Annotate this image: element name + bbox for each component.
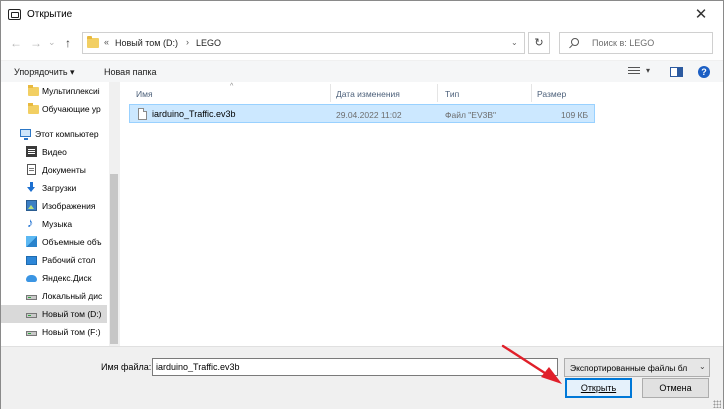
sidebar-item-drive-d[interactable]: Новый том (D:): [1, 305, 107, 323]
sidebar-item-drive-f[interactable]: Новый том (F:): [1, 323, 107, 341]
breadcrumb-folder[interactable]: LEGO: [196, 38, 221, 48]
drive-icon: [26, 313, 37, 318]
open-button[interactable]: Открыть: [565, 378, 632, 398]
sidebar-item-label: Обучающие ур: [42, 104, 101, 114]
column-divider[interactable]: [437, 84, 438, 102]
sidebar-item-label: Видео: [42, 147, 67, 157]
file-size: 109 КБ: [561, 110, 589, 120]
window-title: Открытие: [27, 9, 73, 20]
preview-pane-icon[interactable]: [670, 67, 683, 77]
sidebar-item-label: Рабочий стол: [42, 255, 96, 265]
organize-button[interactable]: Упорядочить ▾: [14, 67, 75, 78]
sidebar-item-label: Объемные объ: [42, 237, 102, 247]
folder-icon: [28, 85, 39, 96]
sidebar-item-multiplex[interactable]: Мультиплексиі: [1, 82, 107, 100]
sidebar-scrollbar[interactable]: [109, 82, 120, 346]
navigation-pane[interactable]: Мультиплексиі Обучающие ур Этот компьюте…: [1, 82, 121, 346]
dialog-footer: Имя файла: Экспортированные файлы бл ⌄ О…: [1, 346, 723, 409]
drive-icon: [26, 295, 37, 300]
column-header-row: ^ Имя Дата изменения Тип Размер: [123, 82, 603, 104]
file-date: 29.04.2022 11:02: [336, 110, 402, 120]
file-list[interactable]: ^ Имя Дата изменения Тип Размер iarduino…: [123, 82, 723, 346]
chevron-down-icon[interactable]: ⌄: [511, 38, 518, 47]
sidebar-scrollbar-thumb[interactable]: [110, 174, 118, 344]
up-arrow-icon[interactable]: ↑: [65, 36, 71, 50]
search-placeholder: Поиск в: LEGO: [592, 38, 655, 48]
forward-arrow-icon[interactable]: →: [30, 36, 42, 50]
sidebar-item-label: Новый том (F:): [42, 327, 101, 337]
column-header-name[interactable]: Имя: [136, 89, 153, 99]
sidebar-item-local-disk[interactable]: Локальный дис: [1, 287, 107, 305]
search-input[interactable]: Поиск в: LEGO: [559, 32, 713, 54]
sidebar-item-documents[interactable]: Документы: [1, 161, 107, 179]
sidebar-item-music[interactable]: Музыка: [1, 215, 107, 233]
view-details-icon[interactable]: [628, 67, 640, 77]
filetype-value: Экспортированные файлы бл: [570, 363, 688, 373]
back-arrow-icon[interactable]: ←: [10, 36, 22, 50]
refresh-icon[interactable]: ↻: [528, 32, 550, 54]
folder-icon: [28, 103, 39, 114]
cancel-button[interactable]: Отмена: [642, 378, 709, 398]
column-header-date[interactable]: Дата изменения: [336, 89, 400, 99]
yandex-disk-icon: [26, 275, 37, 282]
sidebar-item-3d-objects[interactable]: Объемные объ: [1, 233, 107, 251]
open-file-dialog: Открытие ✕ ← → ⌄ ↑ « Новый том (D:) › LE…: [0, 0, 724, 409]
music-icon: [26, 215, 37, 230]
app-icon: [8, 9, 21, 20]
column-header-type[interactable]: Тип: [445, 89, 459, 99]
column-divider[interactable]: [330, 84, 331, 102]
help-icon[interactable]: ?: [698, 66, 710, 78]
open-button-label: Открыть: [580, 383, 617, 393]
file-row[interactable]: iarduino_Traffic.ev3b 29.04.2022 11:02 Ф…: [129, 104, 595, 123]
downloads-icon: [26, 182, 37, 193]
3d-objects-icon: [26, 236, 37, 247]
sidebar-item-this-pc[interactable]: Этот компьютер: [1, 125, 107, 143]
breadcrumb-drive[interactable]: Новый том (D:): [115, 38, 178, 48]
sidebar-item-video[interactable]: Видео: [1, 143, 107, 161]
desktop-icon: [26, 256, 37, 265]
column-header-size[interactable]: Размер: [537, 89, 566, 99]
sidebar-item-label: Этот компьютер: [35, 129, 99, 139]
recent-locations-dropdown-icon[interactable]: ⌄: [48, 37, 56, 48]
sort-ascending-icon: ^: [230, 83, 234, 90]
images-icon: [26, 200, 37, 211]
sidebar-item-label: Загрузки: [42, 183, 77, 193]
resize-grip[interactable]: [713, 400, 721, 408]
breadcrumb-separator[interactable]: ›: [186, 37, 189, 47]
breadcrumb-overflow[interactable]: «: [104, 37, 109, 47]
view-dropdown-icon[interactable]: ▾: [646, 66, 650, 75]
column-divider[interactable]: [531, 84, 532, 102]
documents-icon: [27, 164, 36, 175]
search-icon: [571, 38, 579, 46]
sidebar-item-label: Новый том (D:): [42, 309, 102, 319]
sidebar-item-label: Локальный дис: [42, 291, 103, 301]
drive-icon: [26, 331, 37, 336]
new-folder-button[interactable]: Новая папка: [104, 67, 156, 77]
chevron-down-icon: ⌄: [699, 362, 706, 371]
sidebar-item-label: Мультиплексиі: [42, 86, 100, 96]
sidebar-item-label: Яндекс.Диск: [42, 273, 92, 283]
address-bar[interactable]: « Новый том (D:) › LEGO ⌄: [82, 32, 525, 54]
sidebar-item-label: Документы: [42, 165, 86, 175]
computer-icon: [20, 129, 31, 140]
sidebar-item-yandex-disk[interactable]: Яндекс.Диск: [1, 269, 107, 287]
video-icon: [26, 146, 37, 157]
command-toolbar: Упорядочить ▾ Новая папка ▾ ?: [1, 60, 723, 82]
close-icon[interactable]: ✕: [691, 6, 711, 24]
navigation-bar: ← → ⌄ ↑ « Новый том (D:) › LEGO ⌄ ↻ Поис…: [1, 29, 723, 59]
folder-icon: [87, 36, 99, 48]
sidebar-item-label: Музыка: [42, 219, 73, 229]
file-type: Файл "EV3B": [445, 110, 497, 120]
file-name: iarduino_Traffic.ev3b: [152, 109, 236, 119]
filename-label: Имя файла:: [101, 362, 152, 372]
sidebar-item-desktop[interactable]: Рабочий стол: [1, 251, 107, 269]
filename-input[interactable]: [152, 358, 558, 376]
sidebar-item-images[interactable]: Изображения: [1, 197, 107, 215]
sidebar-item-downloads[interactable]: Загрузки: [1, 179, 107, 197]
sidebar-item-tutorials[interactable]: Обучающие ур: [1, 100, 107, 118]
title-bar: Открытие ✕: [1, 1, 723, 29]
filetype-select[interactable]: Экспортированные файлы бл ⌄: [564, 358, 710, 377]
file-icon: [138, 108, 147, 120]
sidebar-item-label: Изображения: [42, 201, 96, 211]
